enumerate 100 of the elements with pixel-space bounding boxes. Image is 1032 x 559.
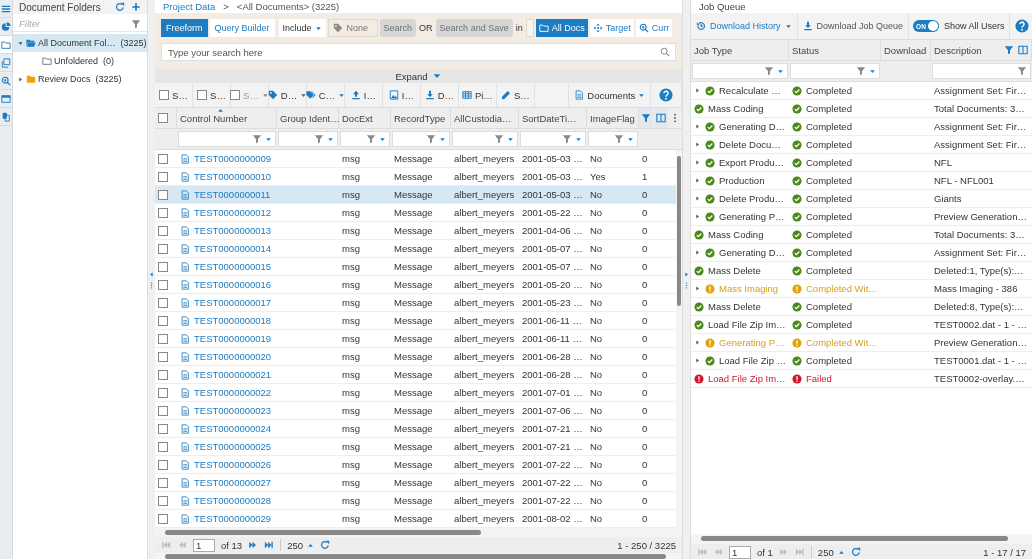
row-checkbox[interactable] [158,459,168,470]
column-header[interactable]: Job Type [691,40,789,60]
row-checkbox[interactable] [158,351,168,362]
toolbar-button[interactable]: S… [496,83,535,107]
control-number-link[interactable]: TEST0000000014 [194,243,272,254]
row-checkbox[interactable] [158,423,168,434]
toolbar-button[interactable]: D… [420,83,459,107]
column-header[interactable]: DocExt [339,108,391,128]
toolbar-button[interactable]: C… [306,83,345,107]
control-number-link[interactable]: TEST0000000020 [194,351,272,362]
column-header[interactable]: AllCustodia… [451,108,519,128]
search-field[interactable]: Type your search here [161,43,676,61]
control-number-link[interactable]: TEST0000000025 [194,441,272,452]
folder-item[interactable]: Review Docs (3225) [13,70,147,88]
column-filter[interactable] [340,131,390,147]
column-header[interactable]: Group Ident… [277,108,339,128]
row-checkbox[interactable] [158,441,168,452]
mode-tab[interactable]: Query Builder [209,19,275,37]
row-checkbox[interactable] [158,261,168,272]
control-number-link[interactable]: TEST0000000012 [194,207,272,218]
row-checkbox[interactable] [158,189,168,200]
row-checkbox[interactable] [158,225,168,236]
scope-tab[interactable]: All Docs [535,19,588,37]
toolbar-button[interactable]: I… [382,83,421,107]
control-number-link[interactable]: TEST0000000009 [194,153,272,164]
breadcrumb-link[interactable]: Project Data [163,1,216,12]
control-number-link[interactable]: TEST0000000016 [194,279,272,290]
page-field[interactable]: 1 [193,538,215,552]
control-number-link[interactable]: TEST0000000026 [194,459,272,470]
row-checkbox[interactable] [158,279,168,290]
mode-tab[interactable]: Freeform [161,19,208,37]
column-filter[interactable] [588,131,638,147]
control-number-link[interactable]: TEST0000000023 [194,405,272,416]
folder-item[interactable]: All Document Fol… (3225) [13,34,147,52]
row-checkbox[interactable] [158,243,168,254]
refresh-button[interactable] [850,547,861,557]
control-number-link[interactable]: TEST0000000018 [194,315,272,326]
toolbar-button[interactable]: S… [155,83,193,107]
add-button[interactable] [131,2,141,12]
tag-field[interactable]: None [327,19,378,37]
control-number-link[interactable]: TEST0000000011 [194,189,271,200]
filter-button[interactable] [639,108,653,128]
row-checkbox[interactable] [158,207,168,218]
control-number-link[interactable]: TEST0000000021 [194,369,272,380]
control-number-link[interactable]: TEST0000000013 [194,225,272,236]
row-checkbox[interactable] [158,369,168,380]
toolbar-button[interactable]: D… [268,83,307,107]
row-checkbox[interactable] [158,153,168,164]
column-header[interactable]: Control Number [177,108,277,128]
column-header[interactable]: Status [789,40,881,60]
include-dropdown[interactable]: Include [278,19,326,37]
view-dropdown[interactable]: Documents [569,83,652,107]
column-filter[interactable] [692,63,788,79]
column-filter[interactable] [790,63,880,79]
column-header[interactable]: SortDateTi… [519,108,587,128]
horizontal-scrollbar[interactable] [155,553,682,559]
row-checkbox[interactable] [158,171,168,182]
row-checkbox[interactable] [158,495,168,506]
columns-button[interactable] [653,108,668,128]
row-checkbox[interactable] [158,315,168,326]
page-size-dropdown[interactable]: 250 [817,546,845,558]
row-checkbox[interactable] [158,405,168,416]
page-size-dropdown[interactable]: 250 [287,539,314,551]
vertical-scrollbar[interactable] [676,150,682,528]
column-filter[interactable] [392,131,450,147]
control-number-link[interactable]: TEST0000000015 [194,261,272,272]
toolbar-button[interactable]: I… [344,83,383,107]
control-number-link[interactable]: TEST0000000010 [194,171,272,182]
column-filter[interactable] [178,131,276,147]
row-checkbox[interactable] [158,387,168,398]
toolbar-button[interactable]: S… [193,83,231,107]
toolbar-button[interactable]: Pi… [458,83,497,107]
control-number-link[interactable]: TEST0000000022 [194,387,272,398]
scope-tab[interactable]: Curr [635,19,673,37]
folder-item[interactable]: Unfoldered (0) [13,52,147,70]
column-filter[interactable] [452,131,518,147]
scope-tab[interactable]: Target [589,19,634,37]
control-number-link[interactable]: TEST0000000024 [194,423,272,434]
control-number-link[interactable]: TEST0000000028 [194,495,272,506]
refresh-button[interactable] [115,2,125,12]
expand-toggle[interactable]: Expand [155,69,682,83]
control-number-link[interactable]: TEST0000000027 [194,477,272,488]
refresh-button[interactable] [320,540,330,550]
control-number-link[interactable]: TEST0000000029 [194,513,272,524]
row-checkbox[interactable] [158,477,168,488]
pager-button[interactable] [264,540,275,550]
select-all-checkbox[interactable] [158,113,168,123]
column-header[interactable]: RecordType [391,108,451,128]
control-number-link[interactable]: TEST0000000019 [194,333,272,344]
column-header[interactable]: Description [931,40,1032,60]
row-checkbox[interactable] [158,333,168,344]
horizontal-scrollbar[interactable] [691,534,1032,544]
download-history-dropdown[interactable]: Download History [691,13,798,39]
column-filter[interactable] [278,131,338,147]
download-job-queue-button[interactable]: Download Job Queue [797,13,910,39]
column-header[interactable]: Download [881,40,931,60]
column-filter[interactable] [520,131,586,147]
horizontal-scrollbar[interactable] [155,528,682,537]
row-checkbox[interactable] [158,297,168,308]
page-field[interactable]: 1 [729,545,751,559]
